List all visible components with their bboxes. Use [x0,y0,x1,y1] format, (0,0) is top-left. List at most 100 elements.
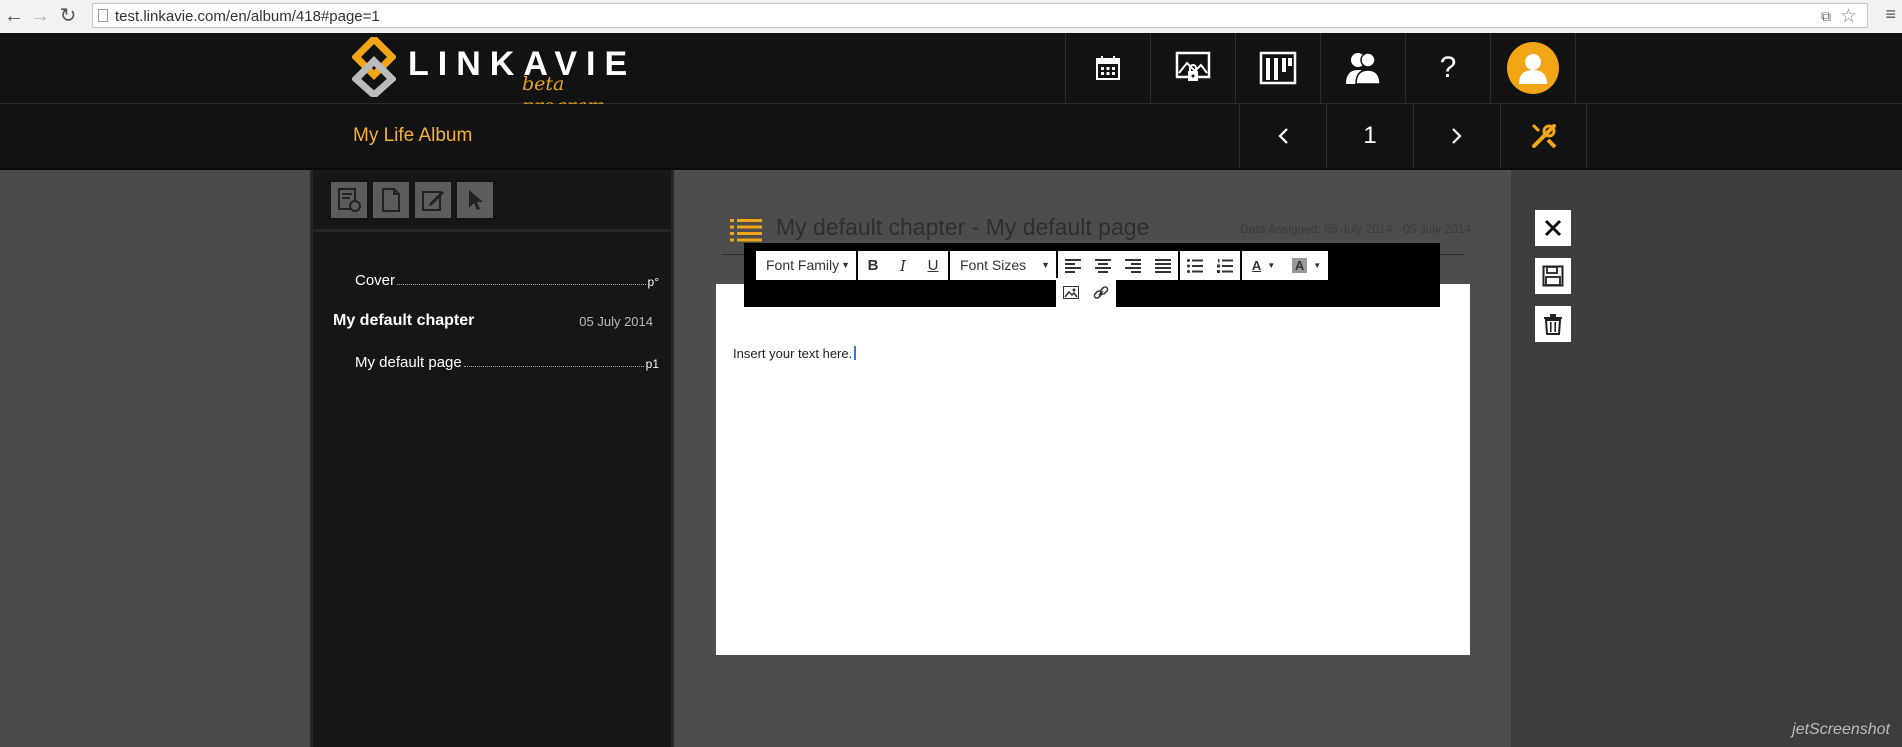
browser-toolbar: ← → ↻ test.linkavie.com/en/album/418#pag… [0,0,1902,34]
bold-icon: B [867,257,879,274]
date-assigned: Data Assigned: 05 July 2014 - 05 July 20… [1240,222,1471,236]
next-page-button[interactable] [1413,104,1500,168]
font-family-label: Font Family ▼ [756,251,856,280]
bookmark-star-icon[interactable]: ☆ [1840,5,1857,28]
page-number-text: 1 [1363,122,1377,149]
add-chapter-button[interactable] [331,182,367,218]
align-justify-button[interactable] [1148,251,1178,280]
grid-icon [1259,51,1297,85]
nav-divider [1575,33,1585,103]
chevron-right-icon [1452,128,1462,144]
nav-help-button[interactable]: ? [1405,33,1490,103]
rich-text-toolbar: Font Family ▼ B I U Font Sizes ▼ A ▼ A ▼ [744,243,1440,307]
toc-chapter-title[interactable]: My default chapter [333,312,474,330]
numbered-list-button[interactable] [1210,251,1240,280]
editor-text[interactable]: Insert your text here. [733,346,857,361]
toc-cover-label: Cover [355,272,396,289]
settings-button[interactable] [1500,104,1587,168]
watermark: jetScreenshot [1792,721,1890,738]
underline-icon: U [927,257,939,274]
toc-leader [463,366,644,367]
nav-profile-button[interactable] [1490,33,1575,103]
caret-down-icon: ▼ [1041,260,1050,270]
align-left-icon [1065,258,1081,273]
text-caret [854,346,857,360]
edit-icon [422,191,444,211]
text-editor-content[interactable]: Insert your text here. [716,284,1470,655]
background-color-button[interactable]: A ▼ [1285,251,1328,280]
font-family-select[interactable]: Font Family ▼ [756,251,856,280]
underline-button[interactable]: U [918,251,948,280]
page-number: 1 [1326,104,1413,168]
nav-grid-button[interactable] [1235,33,1320,103]
table-of-contents: Cover p° My default chapter 05 July 2014… [310,170,674,747]
link-icon [1093,285,1109,299]
insert-image-button[interactable] [1056,278,1086,307]
align-center-button[interactable] [1088,251,1118,280]
chevron-left-icon [1278,128,1288,144]
nav-people-button[interactable] [1320,33,1405,103]
reload-icon[interactable]: ↻ [56,4,80,28]
edit-button[interactable] [415,182,451,218]
text-color-button[interactable]: A ▼ [1242,251,1285,280]
font-family-text: Font Family [766,257,840,273]
page-heading: My default chapter - My default page [776,214,1150,240]
browser-menu-icon[interactable]: ≡ [1885,4,1896,25]
app-header: LINKAVIE beta program ? [0,33,1902,117]
page-icon [98,9,108,22]
color-group: A ▼ A ▼ [1242,251,1328,280]
italic-icon: I [900,256,906,275]
select-button[interactable] [457,182,493,218]
toc-leader [397,284,646,285]
page-editor-area: My default chapter - My default page Dat… [674,170,1511,747]
address-bar[interactable]: test.linkavie.com/en/album/418#page=1 ⧉ … [92,3,1868,28]
toc-page-item[interactable]: My default page p1 [355,354,659,371]
trash-icon [1544,314,1562,335]
back-icon[interactable]: ← [2,4,26,28]
toc-page-label: My default page [355,354,462,371]
add-page-button[interactable] [373,182,409,218]
toc-chapter-date: 05 July 2014 [579,314,653,329]
toc-page-number: p1 [645,357,659,371]
delete-button[interactable] [1535,306,1571,342]
people-icon [1346,52,1381,85]
user-avatar-icon [1507,42,1559,94]
image-icon [1063,286,1079,299]
close-button[interactable] [1535,210,1571,246]
save-button[interactable] [1535,258,1571,294]
logo-mark-icon [352,37,396,97]
nav-calendar-button[interactable] [1065,33,1150,103]
toc-cover-page: p° [647,275,659,289]
font-sizes-text: Font Sizes [960,257,1027,273]
caret-down-icon: ▼ [1313,261,1322,270]
nav-photos-button[interactable] [1150,33,1235,103]
insert-link-button[interactable] [1086,278,1116,307]
album-bar: My Life Album 1 [0,104,1902,170]
bold-button[interactable]: B [858,251,888,280]
align-left-button[interactable] [1058,251,1088,280]
forward-icon[interactable]: → [28,4,52,28]
help-icon: ? [1439,51,1457,84]
toc-cover-item[interactable]: Cover p° [355,272,659,289]
translate-icon[interactable]: ⧉ [1821,8,1831,25]
bullet-list-button[interactable] [1180,251,1210,280]
format-group: B I U [858,251,948,280]
alignment-group [1058,251,1178,280]
italic-button[interactable]: I [888,251,918,280]
align-right-button[interactable] [1118,251,1148,280]
font-size-label: Font Sizes ▼ [950,251,1056,280]
logo[interactable]: LINKAVIE beta program [352,33,627,117]
select-icon [469,190,483,210]
prev-page-button[interactable] [1239,104,1326,168]
album-title: My Life Album [353,125,473,146]
font-size-select[interactable]: Font Sizes ▼ [950,251,1056,280]
calendar-icon [1096,56,1120,80]
photo-lock-icon [1175,51,1211,81]
align-justify-icon [1155,258,1171,273]
toc-toolbar [313,170,671,232]
list-group [1180,251,1240,280]
tools-icon [1531,123,1556,149]
align-right-icon [1125,258,1141,273]
editor-body-text: Insert your text here. [733,346,853,361]
background-color-icon: A [1291,258,1308,273]
